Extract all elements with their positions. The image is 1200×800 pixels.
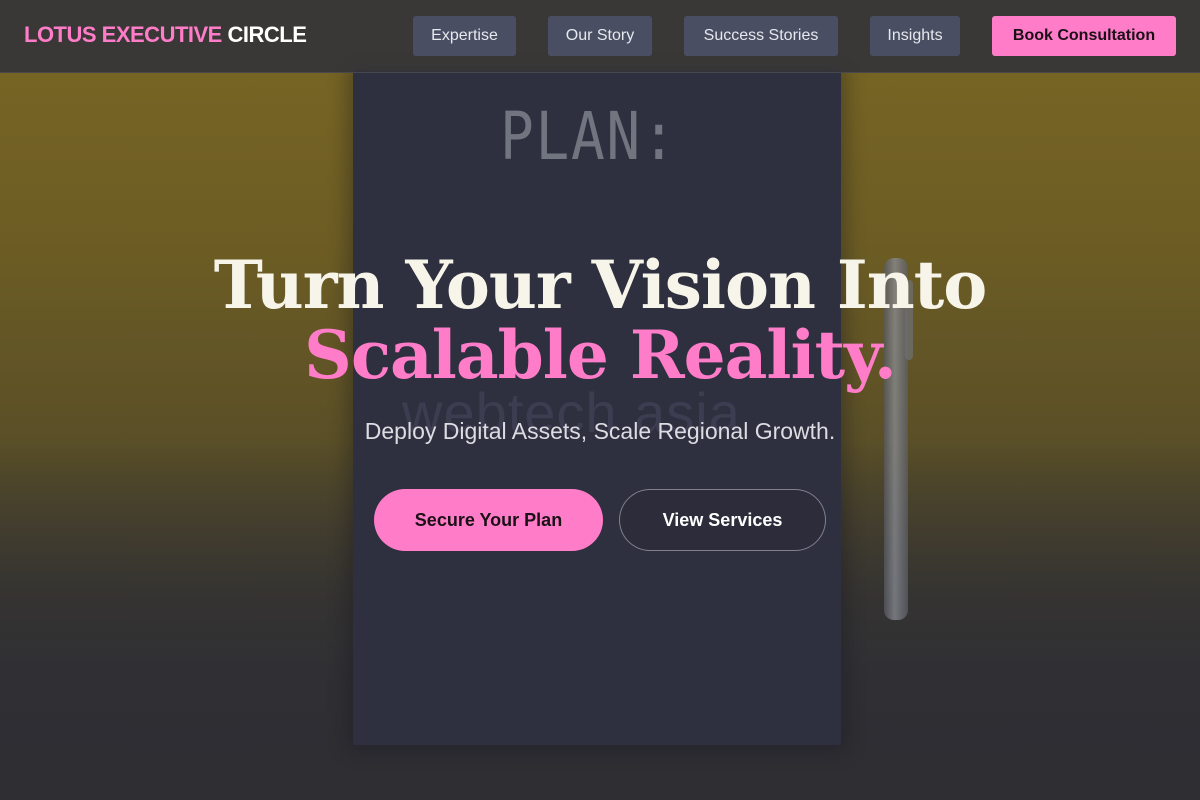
brand-name-plain: CIRCLE xyxy=(227,22,307,47)
secure-your-plan-button[interactable]: Secure Your Plan xyxy=(374,489,603,551)
hero-title-line1: Turn Your Vision Into xyxy=(213,246,988,324)
brand-name-accent: LOTUS EXECUTIVE xyxy=(24,22,222,47)
nav-item-success-stories[interactable]: Success Stories xyxy=(684,16,838,56)
hero-subtitle: Deploy Digital Assets, Scale Regional Gr… xyxy=(364,418,836,444)
hero-title-line2: Scalable Reality. xyxy=(304,316,897,394)
view-services-button[interactable]: View Services xyxy=(619,489,826,551)
nav-item-insights[interactable]: Insights xyxy=(870,16,960,56)
nav-item-expertise[interactable]: Expertise xyxy=(413,16,516,56)
book-consultation-button[interactable]: Book Consultation xyxy=(992,16,1176,56)
brand-logo[interactable]: LOTUS EXECUTIVE CIRCLE xyxy=(24,22,307,48)
nav-item-our-story[interactable]: Our Story xyxy=(548,16,652,56)
hero-title: Turn Your Vision Into Scalable Reality. xyxy=(0,250,1200,390)
site-header: LOTUS EXECUTIVE CIRCLE Expertise Our Sto… xyxy=(0,0,1200,73)
notepad-plan-text: PLAN: xyxy=(500,98,678,175)
